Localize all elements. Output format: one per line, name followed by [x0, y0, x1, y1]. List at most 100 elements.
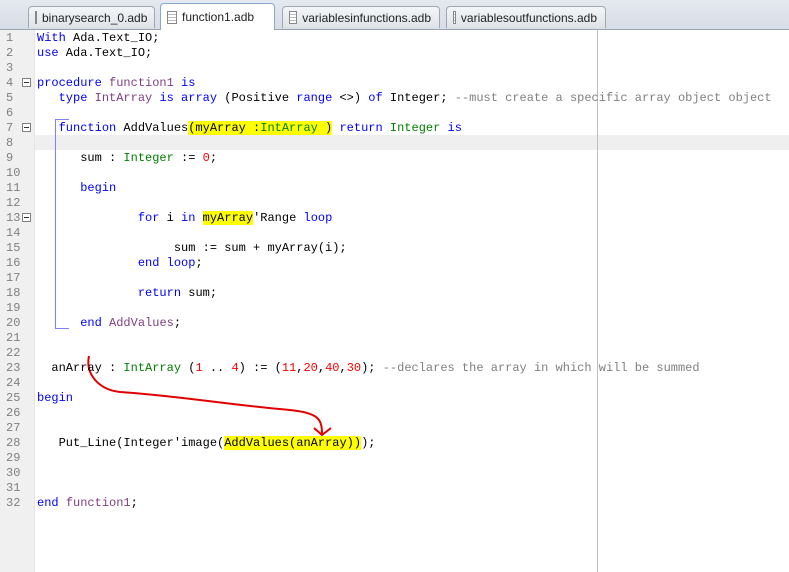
code-token: 30: [346, 361, 362, 375]
code-token: end: [37, 496, 59, 510]
code-token: Ada.Text_IO;: [65, 31, 160, 45]
code-token: 0: [202, 151, 210, 165]
code-token: <>): [332, 91, 369, 105]
code-token: 4: [231, 361, 239, 375]
code-token: ;: [130, 496, 138, 510]
code-token: ) := (: [238, 361, 282, 375]
code-token: IntArray: [123, 361, 182, 375]
code-token: ;: [209, 151, 218, 165]
line-number: 29: [6, 451, 21, 465]
line-number: 20: [6, 316, 21, 330]
code-token: in: [181, 211, 196, 225]
code-line: procedure function1 is: [37, 76, 195, 91]
fold-toggle-icon[interactable]: [22, 213, 31, 222]
code-token: 11: [281, 361, 297, 375]
code-token: loop: [303, 211, 333, 225]
code-token: AddValues: [109, 316, 174, 330]
code-token: of: [368, 91, 383, 105]
code-token: type: [58, 91, 88, 105]
line-number: 1: [6, 31, 14, 45]
code-token: is: [181, 76, 196, 90]
line-number: 24: [6, 376, 21, 390]
code-token: ): [317, 121, 333, 135]
code-token: 1: [195, 361, 203, 375]
code-token: IntArray: [260, 121, 318, 135]
code-line: end AddValues;: [37, 316, 181, 331]
code-line: Put_Line(Integer'image(AddValues(anArray…: [37, 436, 375, 451]
code-token: sum;: [181, 286, 218, 300]
code-token: end loop: [137, 256, 196, 270]
code-token: With: [37, 31, 66, 45]
code-line: With Ada.Text_IO;: [37, 31, 159, 46]
code-token: 40: [325, 361, 340, 375]
code-line: type IntArray is array (Positive range <…: [37, 91, 772, 106]
code-token: is array: [159, 91, 218, 105]
line-number: 10: [6, 166, 21, 180]
line-number: 28: [6, 436, 21, 450]
code-token: --must create a specific array object ob…: [454, 91, 772, 105]
file-icon: [289, 11, 298, 24]
code-token: anArray :: [37, 361, 124, 375]
line-number: 9: [6, 151, 14, 165]
line-number: 11: [6, 181, 21, 195]
line-number: 27: [6, 421, 21, 435]
fold-toggle-icon[interactable]: [22, 78, 31, 87]
tab-bar: binarysearch_0.adb function1.adb variables…: [0, 0, 789, 30]
code-token: procedure: [37, 76, 102, 90]
file-icon: [453, 11, 456, 24]
code-editor[interactable]: 1 With Ada.Text_IO; 2 use Ada.Text_IO; 3 4 pro…: [0, 30, 789, 572]
code-token: myArray: [202, 211, 254, 225]
code-token: AddValues(anArray)): [224, 436, 362, 450]
tab-1[interactable]: function1.adb: [160, 3, 275, 30]
code-token: ,: [339, 361, 347, 375]
tab-3[interactable]: variablesoutfunctions.adb: [446, 6, 606, 28]
code-line: sum : Integer := 0;: [37, 151, 217, 166]
line-number: 8: [6, 136, 14, 150]
code-token: Integer: [123, 151, 174, 165]
code-token: function: [58, 121, 117, 135]
line-number: 18: [6, 286, 21, 300]
red-arrow-annotation: [87, 355, 332, 437]
line-number: 25: [6, 391, 21, 405]
code-line: return sum;: [37, 286, 217, 301]
line-number: 12: [6, 196, 21, 210]
line-number: 5: [6, 91, 14, 105]
code-token: end: [80, 316, 102, 330]
code-token: (myArray :: [188, 121, 261, 135]
code-line: anArray : IntArray (1 .. 4) := (11,20,40…: [37, 361, 700, 376]
code-token: i: [159, 211, 182, 225]
tab-2[interactable]: variablesinfunctions.adb: [282, 6, 440, 28]
code-token: Ada.Text_IO;: [58, 46, 153, 60]
code-token: Put_Line(Integer'image(: [37, 436, 225, 450]
code-line: begin: [37, 181, 116, 196]
code-line: for i in myArray'Range loop: [37, 211, 332, 226]
code-line: end function1;: [37, 496, 138, 511]
code-token: --declares the array in which will be su…: [382, 361, 700, 375]
tab-label: binarysearch_0.adb: [42, 10, 148, 25]
line-number: 15: [6, 241, 21, 255]
line-number: 30: [6, 466, 21, 480]
fold-toggle-icon[interactable]: [22, 123, 31, 132]
line-number: 19: [6, 301, 21, 315]
tab-0[interactable]: binarysearch_0.adb: [28, 6, 155, 28]
code-line: end loop;: [37, 256, 203, 271]
tab-label: variablesoutfunctions.adb: [460, 10, 597, 25]
code-token: ..: [202, 361, 232, 375]
file-icon: [167, 10, 177, 24]
line-number: 6: [6, 106, 14, 120]
line-number: 32: [6, 496, 21, 510]
code-token: function1: [65, 496, 131, 510]
line-number: 14: [6, 226, 21, 240]
line-number: 23: [6, 361, 21, 375]
code-token: (: [181, 361, 196, 375]
